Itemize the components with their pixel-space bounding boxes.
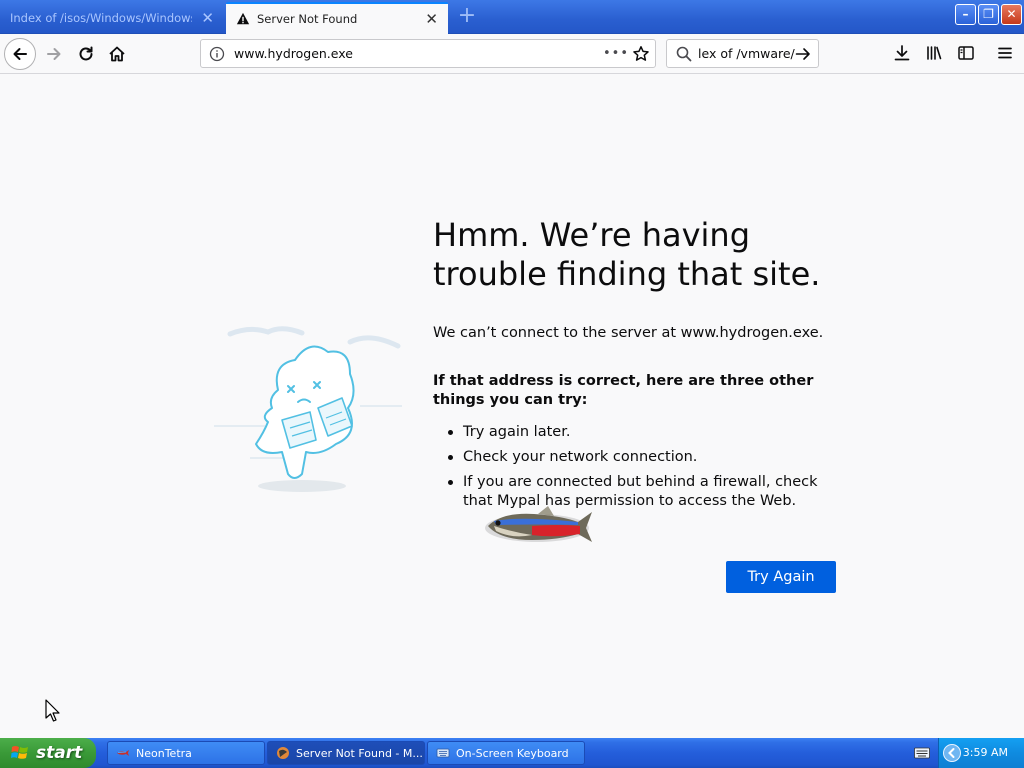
url-text[interactable]: www.hydrogen.exe xyxy=(234,46,353,61)
tab-strip: Index of /isos/Windows/Windows_Vist ✕ Se… xyxy=(0,0,1024,34)
reload-icon xyxy=(79,46,93,61)
back-button[interactable] xyxy=(4,38,36,70)
task-label: Server Not Found - M... xyxy=(296,746,423,760)
clock[interactable]: 3:59 AM xyxy=(963,746,1008,759)
suggestions-list: Try again later. Check your network conn… xyxy=(433,423,833,517)
library-button[interactable] xyxy=(923,42,945,64)
menu-button[interactable] xyxy=(994,42,1016,64)
task-label: NeonTetra xyxy=(136,746,192,760)
taskbar-item-browser[interactable]: Server Not Found - M... xyxy=(267,741,425,765)
back-icon xyxy=(13,48,27,60)
fish-icon xyxy=(117,750,129,756)
reload-button[interactable] xyxy=(70,38,102,70)
navigation-toolbar: www.hydrogen.exe ••• lex of /vmware/ xyxy=(0,34,1024,74)
home-icon xyxy=(109,46,125,62)
browser-icon xyxy=(277,747,289,759)
tab-title: Index of /isos/Windows/Windows_Vist xyxy=(10,11,192,25)
close-tab-icon[interactable]: ✕ xyxy=(425,10,438,28)
start-button[interactable]: start xyxy=(0,738,96,768)
url-bar[interactable]: www.hydrogen.exe ••• xyxy=(200,39,656,68)
error-title: Hmm. We’re having trouble finding that s… xyxy=(433,216,821,293)
search-icon xyxy=(676,46,692,61)
show-hidden-icons-icon[interactable] xyxy=(942,743,962,763)
go-arrow-icon[interactable] xyxy=(795,46,811,62)
taskbar: start NeonTetra Server Not Found - M... … xyxy=(0,738,1024,768)
suggestion-item: Try again later. xyxy=(433,423,833,442)
page-actions-icon[interactable]: ••• xyxy=(603,46,629,61)
error-description: We can’t connect to the server at www.hy… xyxy=(433,325,824,341)
close-window-button[interactable]: ✕ xyxy=(1001,4,1022,25)
forward-icon xyxy=(47,48,61,60)
tab-index-of-isos[interactable]: Index of /isos/Windows/Windows_Vist ✕ xyxy=(0,2,224,34)
try-again-button[interactable]: Try Again xyxy=(726,561,836,593)
neon-tetra-fish-icon xyxy=(485,506,592,542)
mouse-cursor-icon xyxy=(45,699,60,722)
tab-title: Server Not Found xyxy=(257,12,358,26)
sidebar-icon xyxy=(958,46,974,60)
taskbar-item-on-screen-keyboard[interactable]: On-Screen Keyboard xyxy=(427,741,585,765)
minimize-button[interactable]: – xyxy=(955,4,976,25)
download-icon xyxy=(894,45,910,61)
search-bar[interactable]: lex of /vmware/ xyxy=(666,39,819,68)
library-icon xyxy=(927,46,942,60)
task-label: On-Screen Keyboard xyxy=(456,746,569,760)
keyboard-icon xyxy=(436,748,450,758)
bookmark-star-icon[interactable] xyxy=(632,45,650,63)
windows-logo-icon xyxy=(11,746,28,759)
suggestions-heading: If that address is correct, here are thr… xyxy=(433,373,814,408)
error-illustration xyxy=(214,326,402,492)
start-label: start xyxy=(36,743,83,763)
warning-icon xyxy=(236,12,250,25)
system-tray: 3:59 AM xyxy=(938,738,1024,768)
taskbar-item-neontetra[interactable]: NeonTetra xyxy=(107,741,265,765)
home-button[interactable] xyxy=(101,38,133,70)
suggestion-item: Check your network connection. xyxy=(433,448,833,467)
sidebar-button[interactable] xyxy=(955,42,977,64)
tab-server-not-found[interactable]: Server Not Found ✕ xyxy=(226,2,448,34)
close-tab-icon[interactable]: ✕ xyxy=(201,9,214,27)
forward-button[interactable] xyxy=(38,38,70,70)
downloads-button[interactable] xyxy=(891,42,913,64)
new-tab-icon[interactable]: + xyxy=(456,5,478,27)
error-page: Hmm. We’re having trouble finding that s… xyxy=(0,74,1024,738)
search-input-text[interactable]: lex of /vmware/ xyxy=(698,46,795,61)
menu-icon xyxy=(998,47,1012,59)
keyboard-tray-icon[interactable] xyxy=(914,746,930,760)
info-icon[interactable] xyxy=(209,46,225,62)
maximize-button[interactable]: ❐ xyxy=(978,4,999,25)
